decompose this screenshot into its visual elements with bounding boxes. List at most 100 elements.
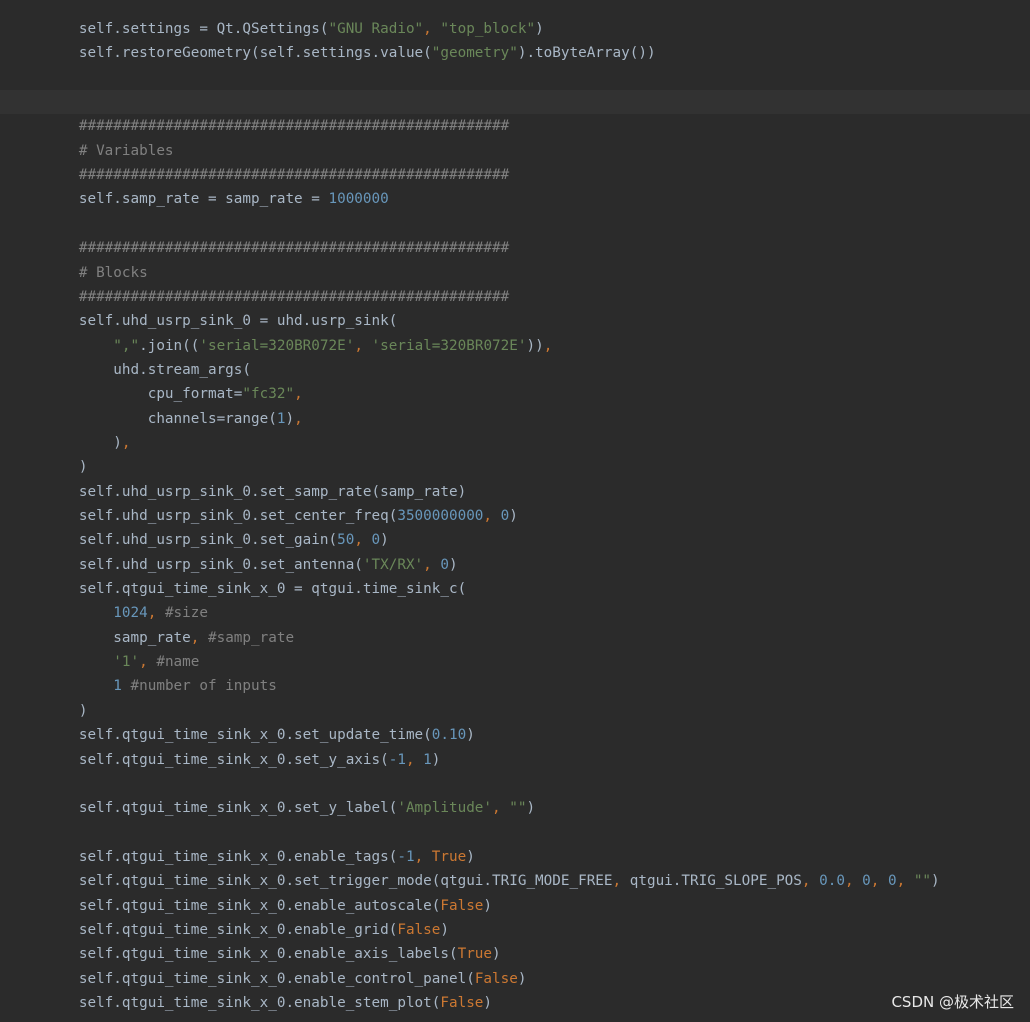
code-line-text: ########################################… bbox=[10, 236, 509, 260]
code-token: self.qtgui_time_sink_x_0.set_update_time… bbox=[10, 727, 432, 744]
code-line-text: self.qtgui_time_sink_x_0.enable_grid(Fal… bbox=[10, 918, 449, 942]
code-token: self.qtgui_time_sink_x_0.enable_grid( bbox=[10, 921, 398, 938]
code-token: ) bbox=[466, 727, 475, 744]
code-token: # Variables bbox=[10, 142, 174, 159]
code-token: self.qtgui_time_sink_x_0.set_y_axis( bbox=[10, 751, 389, 768]
code-line[interactable]: self.restoreGeometry(self.settings.value… bbox=[0, 41, 1030, 65]
code-line-text: # Blocks bbox=[10, 261, 148, 285]
code-line-text: self.uhd_usrp_sink_0.set_gain(50, 0) bbox=[10, 528, 389, 552]
code-line[interactable] bbox=[0, 66, 1030, 90]
code-line[interactable]: uhd.stream_args( bbox=[0, 358, 1030, 382]
code-token: True bbox=[431, 848, 467, 865]
code-line[interactable]: samp_rate, #samp_rate bbox=[0, 626, 1030, 650]
code-token: , bbox=[896, 873, 914, 890]
code-line[interactable]: ), bbox=[0, 431, 1030, 455]
code-token: , bbox=[423, 556, 441, 573]
code-line[interactable]: self.qtgui_time_sink_x_0.enable_control_… bbox=[0, 967, 1030, 991]
code-token: self.samp_rate = samp_rate = bbox=[10, 191, 329, 208]
code-token: self.uhd_usrp_sink_0.set_samp_rate(samp_… bbox=[10, 483, 467, 500]
code-token: "top_block" bbox=[440, 21, 536, 37]
code-token: 0.10 bbox=[431, 727, 467, 744]
code-token: self.qtgui_time_sink_x_0.enable_tags( bbox=[10, 848, 398, 865]
code-line[interactable]: # Blocks bbox=[0, 261, 1030, 285]
code-token: ).toByteArray()) bbox=[517, 45, 656, 62]
code-line[interactable]: self.qtgui_time_sink_x_0.set_update_time… bbox=[0, 723, 1030, 747]
code-line[interactable]: self.qtgui_time_sink_x_0.enable_autoscal… bbox=[0, 894, 1030, 918]
code-token: self.qtgui_time_sink_x_0.enable_control_… bbox=[10, 970, 475, 987]
code-line[interactable]: ########################################… bbox=[0, 114, 1030, 138]
code-token: '1' bbox=[113, 654, 140, 671]
code-line-text: self.qtgui_time_sink_x_0.enable_stem_plo… bbox=[10, 991, 492, 1015]
code-token: 0.0 bbox=[819, 873, 845, 890]
code-line[interactable]: self.uhd_usrp_sink_0.set_samp_rate(samp_… bbox=[0, 480, 1030, 504]
code-line[interactable]: self.qtgui_time_sink_x_0.set_trigger_mod… bbox=[0, 869, 1030, 893]
code-token: 'serial=320BR072E' bbox=[199, 337, 355, 354]
code-token: 3500000000 bbox=[397, 508, 484, 524]
code-token: ) bbox=[10, 459, 88, 476]
code-token: ) bbox=[931, 873, 940, 890]
code-token: 0 bbox=[371, 532, 381, 549]
code-line[interactable] bbox=[0, 772, 1030, 796]
code-line-text: ########################################… bbox=[10, 285, 509, 309]
code-line[interactable]: ########################################… bbox=[0, 285, 1030, 309]
code-token: samp_rate bbox=[10, 629, 191, 646]
code-line[interactable]: self.samp_rate = samp_rate = 1000000 bbox=[0, 187, 1030, 211]
code-line[interactable]: 1 #number of inputs bbox=[0, 674, 1030, 698]
code-line-text: self.qtgui_time_sink_x_0.set_update_time… bbox=[10, 723, 475, 747]
code-line[interactable]: self.uhd_usrp_sink_0.set_center_freq(350… bbox=[0, 504, 1030, 528]
code-token: self.uhd_usrp_sink_0.set_center_freq( bbox=[10, 508, 398, 524]
code-line-text: ) bbox=[10, 455, 88, 479]
code-token: #size bbox=[164, 605, 208, 622]
code-token: self.uhd_usrp_sink_0.set_gain( bbox=[10, 532, 338, 549]
code-token: ) bbox=[431, 751, 441, 768]
code-line[interactable]: '1', #name bbox=[0, 650, 1030, 674]
code-line[interactable]: self.uhd_usrp_sink_0 = uhd.usrp_sink( bbox=[0, 309, 1030, 333]
code-line[interactable]: ) bbox=[0, 699, 1030, 723]
code-line-text: samp_rate, #samp_rate bbox=[10, 626, 294, 650]
code-token: self.uhd_usrp_sink_0.set_antenna( bbox=[10, 556, 363, 573]
code-token: 'serial=320BR072E' bbox=[371, 337, 527, 354]
code-editor[interactable]: self.settings = Qt.QSettings("GNU Radio"… bbox=[0, 0, 1030, 1022]
code-line[interactable]: self.qtgui_time_sink_x_0 = qtgui.time_si… bbox=[0, 577, 1030, 601]
code-line-text: self.qtgui_time_sink_x_0.enable_tags(-1,… bbox=[10, 845, 475, 869]
code-token: self.qtgui_time_sink_x_0.set_trigger_mod… bbox=[10, 873, 613, 890]
code-line[interactable]: channels=range(1), bbox=[0, 407, 1030, 431]
code-token: ) bbox=[380, 532, 389, 549]
code-line[interactable]: self.qtgui_time_sink_x_0.enable_tags(-1,… bbox=[0, 845, 1030, 869]
code-line[interactable]: ) bbox=[0, 455, 1030, 479]
code-line[interactable]: self.uhd_usrp_sink_0.set_gain(50, 0) bbox=[0, 528, 1030, 552]
code-line[interactable]: self.settings = Qt.QSettings("GNU Radio"… bbox=[0, 17, 1030, 41]
code-line-text: self.restoreGeometry(self.settings.value… bbox=[10, 41, 656, 65]
code-token: False bbox=[440, 897, 484, 914]
code-token: ) bbox=[483, 995, 493, 1011]
code-line[interactable] bbox=[0, 821, 1030, 845]
code-line-text: self.qtgui_time_sink_x_0.enable_autoscal… bbox=[10, 894, 492, 918]
code-line[interactable]: 1024, #size bbox=[0, 601, 1030, 625]
code-line[interactable] bbox=[0, 90, 1030, 115]
code-line[interactable]: self.qtgui_time_sink_x_0.set_y_label('Am… bbox=[0, 796, 1030, 820]
code-line[interactable]: ########################################… bbox=[0, 163, 1030, 187]
code-line[interactable] bbox=[0, 212, 1030, 236]
code-line[interactable]: self.qtgui_time_sink_x_0.enable_stem_plo… bbox=[0, 991, 1030, 1015]
code-line-text: self.qtgui_time_sink_x_0.set_y_label('Am… bbox=[10, 796, 535, 820]
code-token: , bbox=[139, 654, 157, 671]
code-line[interactable]: self.qtgui_time_sink_x_0.enable_axis_lab… bbox=[0, 942, 1030, 966]
code-line[interactable]: self.qtgui_time_sink_x_0.enable_grid(Fal… bbox=[0, 918, 1030, 942]
code-token: False bbox=[474, 970, 518, 987]
code-token: ) bbox=[285, 410, 295, 427]
code-line[interactable]: cpu_format="fc32", bbox=[0, 382, 1030, 406]
code-line[interactable]: ########################################… bbox=[0, 236, 1030, 260]
code-token: , bbox=[294, 410, 303, 427]
code-token: True bbox=[457, 946, 493, 963]
code-line[interactable]: self.qtgui_time_sink_x_0.set_y_axis(-1, … bbox=[0, 748, 1030, 772]
code-line[interactable]: # Variables bbox=[0, 139, 1030, 163]
code-line-text: self.settings = Qt.QSettings("GNU Radio"… bbox=[10, 17, 544, 41]
code-token: , bbox=[147, 605, 165, 622]
code-token: , bbox=[423, 21, 441, 37]
code-token: self.uhd_usrp_sink_0 = uhd.usrp_sink( bbox=[10, 313, 398, 330]
code-line[interactable]: ",".join(('serial=320BR072E', 'serial=32… bbox=[0, 334, 1030, 358]
code-line[interactable]: self.uhd_usrp_sink_0.set_antenna('TX/RX'… bbox=[0, 553, 1030, 577]
code-token: self.qtgui_time_sink_x_0.enable_axis_lab… bbox=[10, 946, 458, 963]
